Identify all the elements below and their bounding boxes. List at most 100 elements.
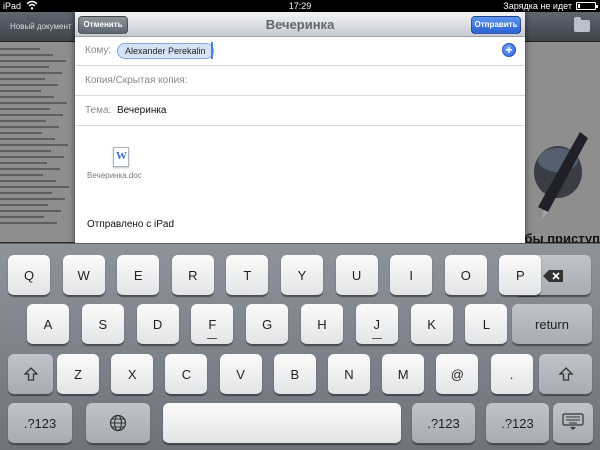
document-text-line: [0, 210, 61, 212]
backspace-icon: [542, 270, 563, 282]
key-d[interactable]: D: [136, 304, 179, 345]
document-text-line: [0, 90, 41, 92]
key-b[interactable]: B: [273, 354, 316, 395]
hide-keyboard-icon: [562, 413, 584, 430]
subject-field[interactable]: Тема: Вечеринка: [75, 97, 525, 126]
key-t[interactable]: T: [226, 255, 269, 296]
document-text-line: [0, 132, 42, 134]
document-text-line: [0, 186, 69, 188]
key-v[interactable]: V: [219, 354, 262, 395]
mail-compose-sheet: Отменить Вечеринка Отправить Кому: Alexa…: [75, 12, 525, 244]
battery-icon: [576, 2, 598, 10]
document-text-line: [0, 48, 40, 50]
attachment[interactable]: W Вечеринка.doc: [87, 147, 157, 180]
left-shift-key[interactable]: [8, 354, 53, 395]
key-n[interactable]: N: [328, 354, 370, 395]
return-key[interactable]: return: [512, 304, 592, 345]
document-text-line: [0, 162, 47, 164]
key-a[interactable]: A: [27, 304, 69, 345]
add-contact-icon[interactable]: +: [502, 43, 516, 57]
subject-label: Тема:: [85, 105, 112, 116]
home-row-marker: [191, 338, 233, 340]
key-i[interactable]: I: [390, 255, 433, 296]
document-text-line: [0, 174, 43, 176]
document-text-line: [0, 84, 58, 86]
document-text-line: [0, 114, 63, 116]
numbers-key[interactable]: .?123: [8, 403, 72, 444]
key-k[interactable]: K: [410, 304, 453, 345]
key-s[interactable]: S: [81, 304, 124, 345]
battery-level: [578, 4, 580, 8]
key-p[interactable]: P: [499, 255, 542, 296]
key-e[interactable]: E: [117, 255, 160, 296]
recipient-chip[interactable]: Alexander Perekalin: [117, 43, 214, 59]
document-text-line: [0, 96, 54, 98]
subject-value[interactable]: Вечеринка: [117, 105, 167, 116]
key-x[interactable]: X: [111, 354, 154, 395]
document-text-line: [0, 222, 57, 224]
hide-keyboard-key[interactable]: [553, 403, 593, 444]
document-text-line: [0, 138, 55, 140]
document-text-background: [0, 48, 70, 228]
document-text-line: [0, 150, 51, 152]
folder-icon[interactable]: [574, 17, 590, 32]
ipad-screen: iPad 17:29 Зарядка не идет Новый докумен…: [0, 0, 600, 450]
document-text-line: [0, 180, 56, 182]
space-key[interactable]: [163, 403, 401, 444]
key-l[interactable]: L: [465, 304, 508, 345]
document-text-line: [0, 156, 64, 158]
numbers-key-right-2[interactable]: .?123: [486, 403, 549, 444]
document-text-line: [0, 102, 67, 104]
to-field[interactable]: Кому: Alexander Perekalin +: [75, 37, 525, 66]
compose-header: Отменить Вечеринка Отправить: [75, 12, 525, 37]
document-text-line: [0, 126, 59, 128]
key-f[interactable]: F: [191, 304, 234, 345]
key-r[interactable]: R: [171, 255, 214, 296]
document-text-line: [0, 144, 68, 146]
document-text-line: [0, 192, 52, 194]
key-m[interactable]: M: [382, 354, 425, 395]
document-text-line: [0, 120, 46, 122]
document-text-line: [0, 108, 50, 110]
cc-bcc-field[interactable]: Копия/Скрытая копия:: [75, 67, 525, 96]
charging-status: Зарядка не идет: [503, 1, 572, 11]
key-q[interactable]: Q: [8, 255, 50, 296]
key-z[interactable]: Z: [57, 354, 99, 395]
cc-bcc-label: Копия/Скрытая копия:: [85, 75, 188, 86]
key-at[interactable]: @: [436, 354, 479, 395]
key-y[interactable]: Y: [281, 255, 323, 296]
key-u[interactable]: U: [335, 255, 378, 296]
document-text-line: [0, 198, 65, 200]
document-text-line: [0, 78, 45, 80]
on-screen-keyboard: return .?123 .?123 .?123 Q W E R T Y U I…: [0, 243, 600, 450]
key-g[interactable]: G: [246, 304, 289, 345]
to-label: Кому:: [85, 45, 112, 56]
key-c[interactable]: C: [165, 354, 208, 395]
document-text-line: [0, 204, 48, 206]
shift-icon: [22, 367, 39, 381]
key-o[interactable]: O: [444, 255, 487, 296]
right-shift-key[interactable]: [539, 354, 592, 395]
message-body[interactable]: Отправлено с iPad: [87, 219, 174, 230]
pages-new-document-button[interactable]: Новый документ: [10, 22, 72, 31]
globe-key[interactable]: [86, 403, 150, 444]
key-w[interactable]: W: [62, 255, 105, 296]
send-button[interactable]: Отправить: [471, 16, 521, 34]
key-j[interactable]: J: [355, 304, 398, 345]
key-period[interactable]: .: [490, 354, 533, 395]
home-row-marker: [356, 338, 398, 340]
globe-icon: [109, 414, 127, 432]
document-text-line: [0, 66, 49, 68]
key-h[interactable]: H: [301, 304, 343, 345]
document-text-line: [0, 216, 44, 218]
document-text-line: [0, 168, 60, 170]
text-cursor: [211, 42, 213, 59]
document-text-line: [0, 54, 53, 56]
attachment-name: Вечеринка.doc: [87, 171, 142, 180]
shift-icon: [557, 367, 574, 381]
fountain-pen-icon: [534, 132, 588, 220]
word-document-icon: W: [113, 147, 129, 167]
word-icon-letter: W: [116, 150, 127, 162]
numbers-key-right[interactable]: .?123: [412, 403, 475, 444]
document-text-line: [0, 60, 66, 62]
